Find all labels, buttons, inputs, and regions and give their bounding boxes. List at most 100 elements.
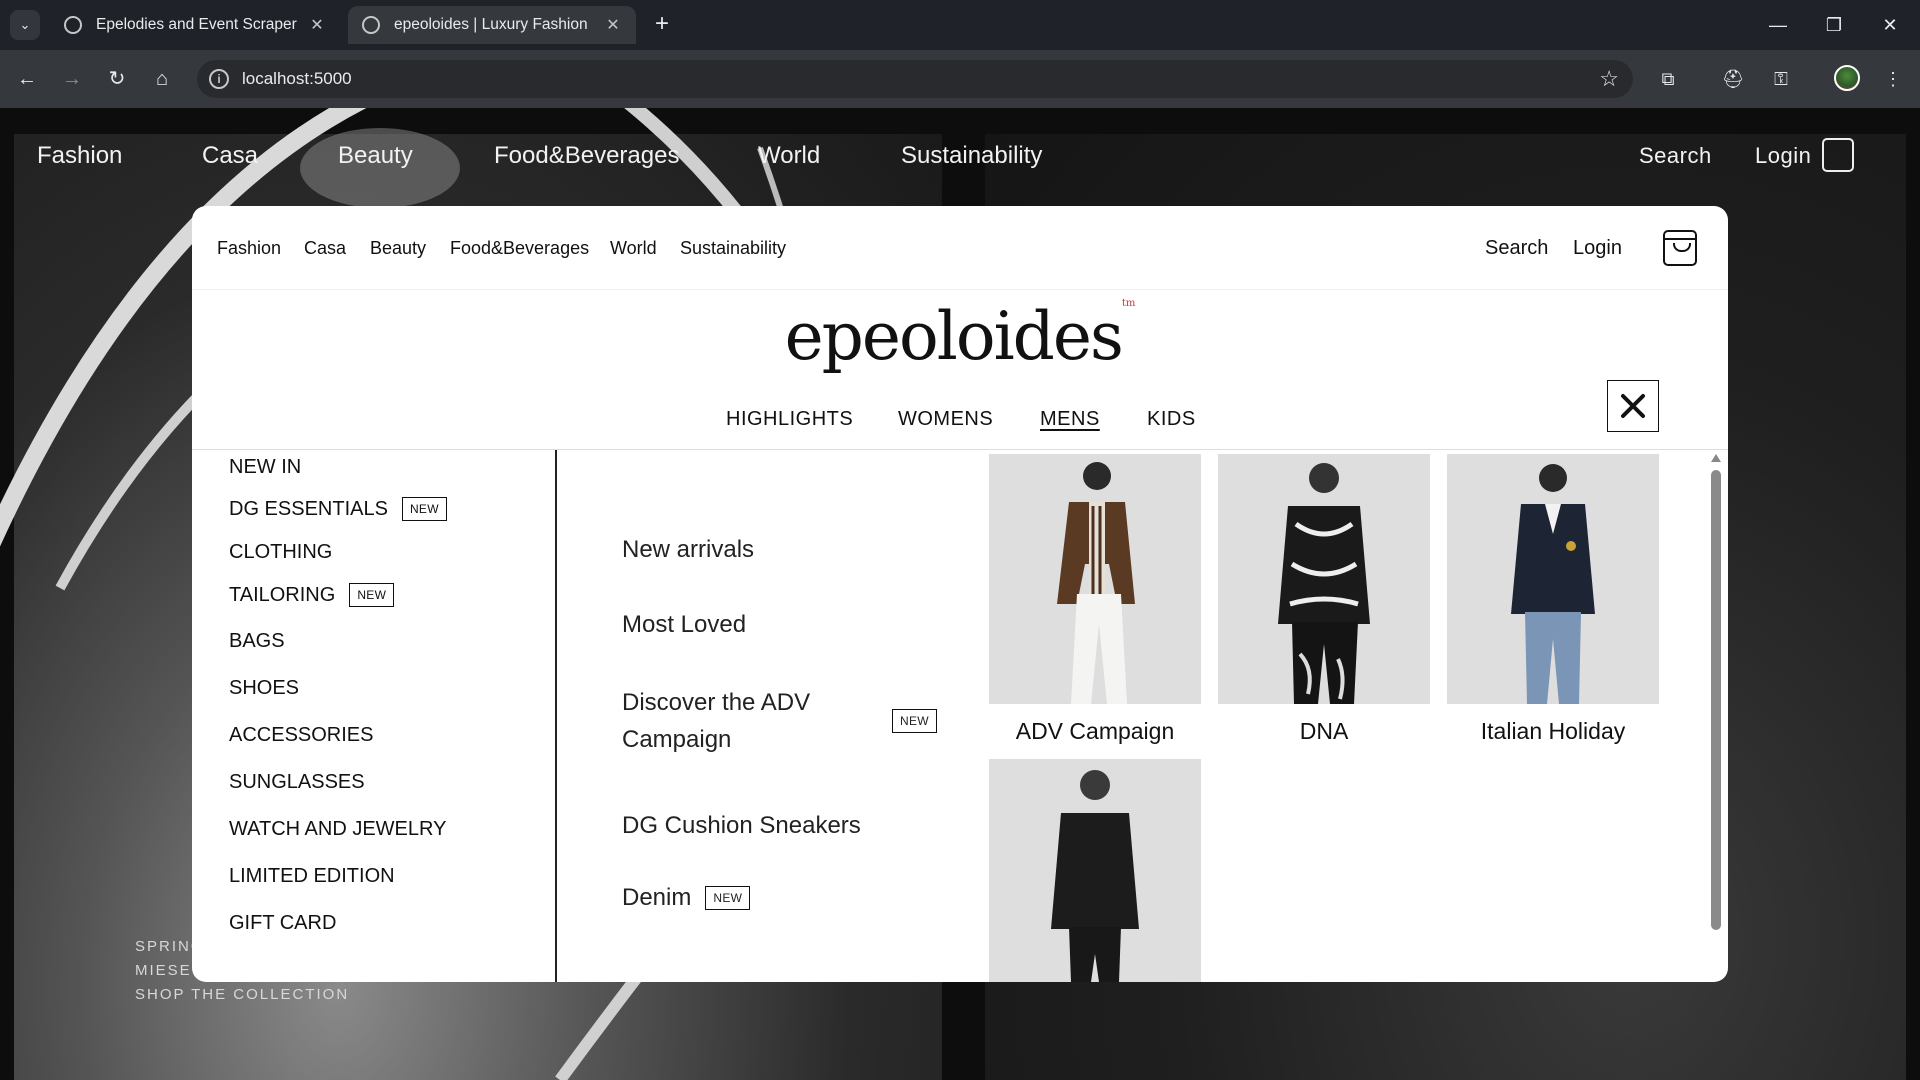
divider [555, 450, 557, 982]
close-menu-button[interactable] [1607, 380, 1659, 432]
card-image [1447, 454, 1659, 704]
back-arrow-icon[interactable]: ← [14, 66, 40, 92]
bg-bag-icon[interactable] [1822, 138, 1854, 172]
menu-item-limited-edition[interactable]: LIMITED EDITION [229, 865, 395, 888]
bg-caption-line: MIESE [135, 962, 192, 979]
category-tab-mens[interactable]: MENS [1040, 408, 1100, 431]
submenu-label: New arrivals [622, 536, 755, 563]
product-card-suit[interactable] [989, 759, 1201, 982]
address-bar[interactable]: i localhost:5000 ☆ [197, 60, 1633, 98]
menu-item-gift-card[interactable]: GIFT CARD [229, 912, 336, 935]
new-badge: NEW [349, 583, 395, 607]
menu-item-label: BAGS [229, 630, 285, 652]
scroll-up-arrow-icon[interactable] [1711, 454, 1721, 462]
forward-arrow-icon[interactable]: → [59, 66, 85, 92]
submenu-dg-cushion-sneakers[interactable]: DG Cushion Sneakers [622, 812, 861, 840]
submenu-most-loved[interactable]: Most Loved [622, 611, 746, 639]
bg-nav-food-beverages[interactable]: Food&Beverages [494, 134, 679, 178]
divider [192, 449, 1728, 450]
nav-sustainability[interactable]: Sustainability [680, 238, 786, 259]
tab-title: Epelodies and Event Scraper [96, 16, 297, 33]
nav-food-beverages[interactable]: Food&Beverages [450, 238, 589, 259]
card-image [989, 759, 1201, 982]
card-caption: DNA [1299, 718, 1349, 744]
category-tab-womens[interactable]: WOMENS [898, 408, 993, 431]
shopping-bag-icon[interactable] [1663, 230, 1697, 266]
nav-beauty[interactable]: Beauty [370, 238, 426, 259]
nav-world[interactable]: World [610, 238, 657, 259]
browser-tab-active[interactable]: epeoloides | Luxury Fashion ✕ [348, 6, 636, 44]
search-link[interactable]: Search [1485, 237, 1548, 260]
submenu-new-arrivals[interactable]: New arrivals [622, 536, 754, 564]
card-caption: Italian Holiday [1480, 718, 1626, 744]
restore-icon[interactable]: ❐ [1814, 10, 1854, 40]
bg-nav-casa[interactable]: Casa [202, 134, 258, 178]
home-icon[interactable]: ⌂ [149, 66, 175, 92]
menu-item-label: ACCESSORIES [229, 724, 374, 746]
menu-scrollbar[interactable] [1710, 454, 1722, 982]
new-tab-button[interactable]: + [648, 11, 676, 39]
menu-item-watch-and-jewelry[interactable]: WATCH AND JEWELRY [229, 818, 446, 841]
tab-search-button[interactable]: ⌄ [10, 10, 40, 40]
menu-item-label: CLOTHING [229, 541, 333, 563]
new-badge: NEW [705, 886, 751, 910]
menu-item-accessories[interactable]: ACCESSORIES [229, 724, 373, 747]
globe-icon [64, 16, 82, 34]
card-caption: ADV Campaign [1015, 718, 1175, 744]
submenu-label: Denim [622, 884, 692, 911]
category-tab-highlights[interactable]: HIGHLIGHTS [726, 408, 853, 431]
menu-item-dg-essentials[interactable]: DG ESSENTIALS NEW [229, 497, 447, 521]
submenu-label: DG Cushion Sneakers [622, 812, 861, 839]
submenu-adv-campaign[interactable]: Discover the ADV Campaign NEW [622, 684, 942, 758]
menu-item-clothing[interactable]: CLOTHING [229, 541, 332, 564]
product-card-italian-holiday[interactable]: Italian Holiday [1447, 454, 1659, 745]
submenu-denim[interactable]: Denim NEW [622, 884, 751, 912]
incognito-icon[interactable]: ⛑ [1720, 66, 1746, 92]
bg-nav-world[interactable]: World [758, 134, 820, 178]
more-menu-icon[interactable]: ⋮ [1880, 66, 1906, 92]
tab-close-icon[interactable]: ✕ [308, 15, 326, 35]
browser-toolbar: ← → ↻ ⌂ i localhost:5000 ☆ ⧉ ⛑ ⚿ ⋮ [0, 50, 1920, 108]
product-card-dna[interactable]: DNA [1218, 454, 1430, 745]
bg-nav-sustainability[interactable]: Sustainability [901, 134, 1042, 178]
bg-nav-fashion[interactable]: Fashion [37, 134, 122, 178]
password-key-icon[interactable]: ⚿ [1768, 66, 1794, 92]
close-icon [1621, 394, 1645, 418]
extensions-icon[interactable]: ⧉ [1655, 66, 1681, 92]
menu-item-shoes[interactable]: SHOES [229, 677, 299, 700]
submenu-label: Discover the ADV Campaign [622, 689, 811, 753]
bg-shop-collection-link[interactable]: SHOP THE COLLECTION [135, 986, 349, 1003]
brand-logo[interactable]: epeoloidestm [192, 298, 1728, 375]
menu-item-tailoring[interactable]: TAILORING NEW [229, 583, 395, 607]
product-card-adv-campaign[interactable]: ADV Campaign [989, 454, 1201, 745]
bookmark-star-icon[interactable]: ☆ [1599, 66, 1619, 92]
card-image [989, 454, 1201, 704]
category-tab-kids[interactable]: KIDS [1147, 408, 1196, 431]
bg-login-link[interactable]: Login [1755, 134, 1811, 178]
menu-item-label: SHOES [229, 677, 300, 699]
bg-nav-beauty[interactable]: Beauty [338, 134, 413, 178]
globe-icon [362, 16, 380, 34]
bg-search-link[interactable]: Search [1639, 134, 1712, 178]
site-info-icon[interactable]: i [209, 69, 229, 89]
login-link[interactable]: Login [1573, 237, 1622, 260]
menu-item-sunglasses[interactable]: SUNGLASSES [229, 771, 365, 794]
tab-close-icon[interactable]: ✕ [604, 15, 622, 35]
menu-item-bags[interactable]: BAGS [229, 630, 285, 653]
url-text: localhost:5000 [242, 69, 352, 88]
reload-icon[interactable]: ↻ [104, 66, 130, 92]
window-close-icon[interactable]: ✕ [1870, 10, 1910, 40]
minimize-icon[interactable]: ― [1758, 10, 1798, 40]
new-badge: NEW [401, 497, 447, 521]
nav-fashion[interactable]: Fashion [217, 238, 281, 259]
scrollbar-thumb[interactable] [1711, 470, 1721, 930]
mega-menu-modal: Fashion Casa Beauty Food&Beverages World… [192, 206, 1728, 982]
menu-item-new-in[interactable]: NEW IN [229, 456, 301, 479]
browser-tab[interactable]: Epelodies and Event Scraper ✕ [50, 6, 340, 44]
menu-item-label: WATCH AND JEWELRY [229, 818, 447, 840]
nav-casa[interactable]: Casa [304, 238, 346, 259]
profile-avatar[interactable] [1834, 65, 1860, 91]
menu-item-label: GIFT CARD [229, 912, 337, 934]
card-image [1218, 454, 1430, 704]
menu-item-label: LIMITED EDITION [229, 865, 395, 887]
